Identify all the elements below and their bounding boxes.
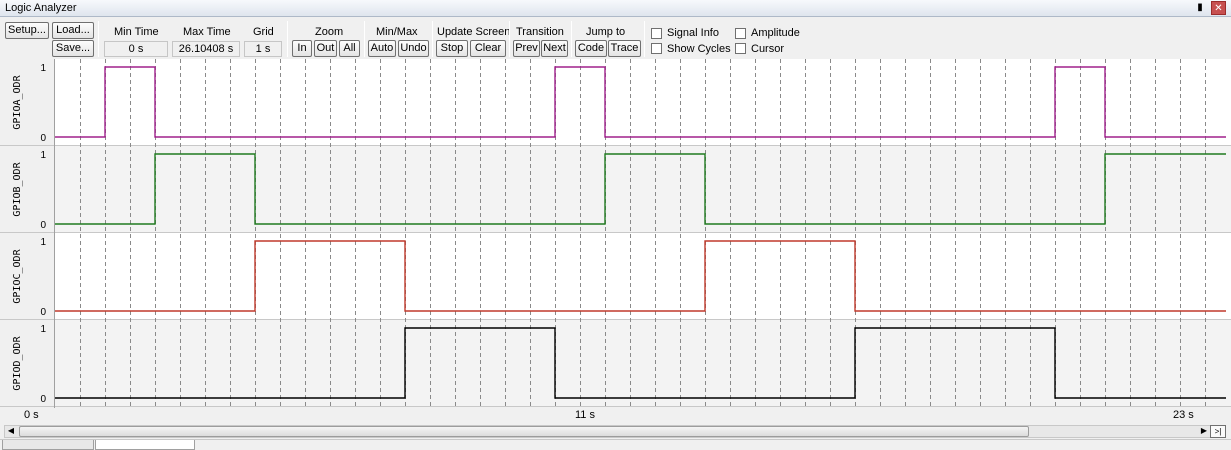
signal-low-label: 0 (40, 394, 46, 405)
zoom-out-button[interactable]: Out (314, 40, 337, 57)
signal-row-band (55, 146, 1231, 233)
max-time-value: 26.10408 s (172, 41, 240, 57)
window-title: Logic Analyzer (5, 2, 77, 14)
update-screen-label: Update Screen (437, 26, 511, 38)
waveform-plot[interactable]: GPIOA_ODR GPIOB_ODR GPIOC_ODR GPIOD_ODR 1 0 1… (0, 59, 1231, 410)
horizontal-scrollbar[interactable]: ◀ ▶ (4, 425, 1211, 438)
signal-low-label: 0 (40, 220, 46, 231)
signal-high-label: 1 (40, 63, 46, 74)
min-time-label: Min Time (114, 26, 159, 38)
load-button[interactable]: Load... (52, 22, 94, 39)
signal-info-label: Signal Info (667, 27, 719, 39)
amplitude-checkbox[interactable] (735, 28, 746, 39)
signal-info-checkbox[interactable] (651, 28, 662, 39)
transition-next-button[interactable]: Next (541, 40, 568, 57)
cursor-checkbox[interactable] (735, 43, 746, 54)
scroll-right-icon[interactable]: ▶ (1198, 425, 1210, 437)
toolbar: Setup... Load... Save... Min Time 0 s Ma… (0, 18, 1231, 59)
zoom-all-button[interactable]: All (339, 40, 360, 57)
time-axis-middle: 11 s (575, 409, 595, 421)
scroll-left-icon[interactable]: ◀ (5, 425, 17, 437)
zoom-label: Zoom (315, 26, 344, 38)
pin-icon[interactable]: ▮ (1193, 1, 1207, 15)
jump-trace-button[interactable]: Trace (608, 40, 641, 57)
signal-high-label: 1 (40, 237, 46, 248)
time-axis-left: 0 s (24, 409, 39, 421)
transition-prev-button[interactable]: Prev (513, 40, 540, 57)
max-time-label: Max Time (183, 26, 231, 38)
tab-strip (0, 439, 1231, 450)
minmax-label: Min/Max (376, 26, 418, 38)
signal-high-label: 1 (40, 150, 46, 161)
stop-button[interactable]: Stop (436, 40, 468, 57)
signal-high-label: 1 (40, 324, 46, 335)
signal-row-band (55, 233, 1231, 320)
transition-label: Transition (516, 26, 564, 38)
jump-code-button[interactable]: Code (575, 40, 607, 57)
scroll-end-button[interactable]: >| (1210, 425, 1226, 438)
signal-low-label: 0 (40, 307, 46, 318)
scroll-thumb[interactable] (19, 426, 1029, 437)
time-axis: 0 s 11 s 23 s (0, 408, 1231, 424)
title-bar: Logic Analyzer ▮ ✕ (0, 0, 1231, 17)
signal-name[interactable]: GPIOB_ODR (12, 161, 23, 216)
signal-low-label: 0 (40, 133, 46, 144)
min-time-value: 0 s (104, 41, 168, 57)
save-button[interactable]: Save... (52, 40, 94, 57)
signal-name[interactable]: GPIOC_ODR (12, 248, 23, 303)
minmax-auto-button[interactable]: Auto (368, 40, 396, 57)
setup-button[interactable]: Setup... (5, 22, 49, 39)
signal-name[interactable]: GPIOA_ODR (12, 74, 23, 129)
grid-label: Grid (253, 26, 274, 38)
grid-value: 1 s (244, 41, 282, 57)
signal-name[interactable]: GPIOD_ODR (12, 335, 23, 390)
clear-button[interactable]: Clear (470, 40, 506, 57)
minmax-undo-button[interactable]: Undo (398, 40, 429, 57)
show-cycles-checkbox[interactable] (651, 43, 662, 54)
show-cycles-label: Show Cycles (667, 43, 731, 55)
time-axis-right: 23 s (1173, 409, 1194, 421)
jump-to-label: Jump to (586, 26, 626, 38)
cursor-label: Cursor (751, 43, 785, 55)
amplitude-label: Amplitude (751, 27, 800, 39)
zoom-in-button[interactable]: In (292, 40, 312, 57)
close-icon[interactable]: ✕ (1211, 1, 1226, 15)
